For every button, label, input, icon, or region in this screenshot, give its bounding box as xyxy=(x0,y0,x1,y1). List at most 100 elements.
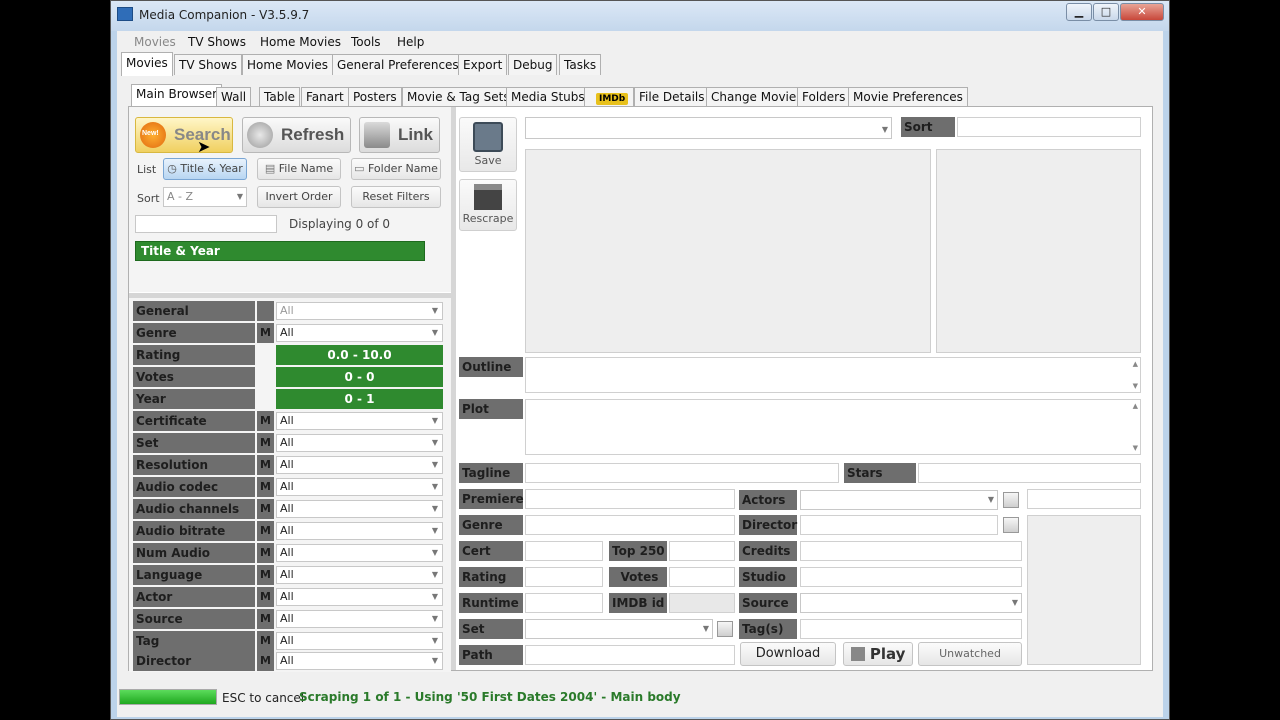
save-button[interactable]: Save xyxy=(459,117,517,172)
filter-audio-codec-dropdown[interactable]: All ▼ xyxy=(276,478,443,496)
tab-media-stubs[interactable]: Media Stubs xyxy=(506,87,590,107)
filter-resolution-dropdown[interactable]: All ▼ xyxy=(276,456,443,474)
sort-dropdown[interactable]: A - Z ▼ xyxy=(163,187,247,207)
tab-tv-shows[interactable]: TV Shows xyxy=(174,54,242,75)
multi-toggle[interactable]: M xyxy=(257,651,274,671)
invert-order-button[interactable]: Invert Order xyxy=(257,186,341,208)
multi-toggle[interactable]: M xyxy=(257,521,274,541)
actor-image-button[interactable] xyxy=(1003,492,1019,508)
menu-home-movies[interactable]: Home Movies xyxy=(260,35,341,49)
tab-tasks[interactable]: Tasks xyxy=(559,54,602,75)
filter-general-dropdown[interactable]: All ▼ xyxy=(276,302,443,320)
close-button[interactable]: ✕ xyxy=(1120,3,1164,21)
cert-input[interactable] xyxy=(525,541,603,561)
filter-set-dropdown[interactable]: All ▼ xyxy=(276,434,443,452)
filter-tag-dropdown[interactable]: All ▼ xyxy=(276,632,443,650)
sort-title-input[interactable] xyxy=(957,117,1141,137)
rescrape-button[interactable]: Rescrape xyxy=(459,179,517,231)
genre-input[interactable] xyxy=(525,515,735,535)
scroll-up-icon[interactable]: ▲ xyxy=(1133,360,1138,368)
filter-audio-channels-dropdown[interactable]: All ▼ xyxy=(276,500,443,518)
tags-input[interactable] xyxy=(800,619,1022,639)
multi-toggle[interactable]: M xyxy=(257,477,274,497)
reset-filters-button[interactable]: Reset Filters xyxy=(351,186,441,208)
menu-help[interactable]: Help xyxy=(397,35,424,49)
outline-textarea[interactable]: ▲ ▼ xyxy=(525,357,1141,393)
link-button[interactable]: Link xyxy=(359,117,440,153)
filter-certificate-dropdown[interactable]: All ▼ xyxy=(276,412,443,430)
list-title-year-button[interactable]: ◷ Title & Year xyxy=(163,158,247,180)
actor-role-input[interactable] xyxy=(1027,489,1141,509)
menu-movies[interactable]: Movies xyxy=(134,35,176,49)
tab-file-details[interactable]: File Details xyxy=(634,87,710,107)
year-range-slider[interactable]: 0 - 1 xyxy=(276,389,443,409)
tagline-input[interactable] xyxy=(525,463,839,483)
studio-input[interactable] xyxy=(800,567,1022,587)
menu-tv-shows[interactable]: TV Shows xyxy=(188,35,246,49)
rating-range-slider[interactable]: 0.0 - 10.0 xyxy=(276,345,443,365)
multi-toggle[interactable]: M xyxy=(257,565,274,585)
path-input[interactable] xyxy=(525,645,735,665)
multi-toggle[interactable]: M xyxy=(257,323,274,343)
tab-home-movies[interactable]: Home Movies xyxy=(242,54,334,75)
filter-audio-bitrate-dropdown[interactable]: All ▼ xyxy=(276,522,443,540)
tab-table[interactable]: Table xyxy=(259,87,301,107)
scroll-down-icon[interactable]: ▼ xyxy=(1133,382,1138,390)
tab-fanart[interactable]: Fanart xyxy=(301,87,349,107)
multi-toggle[interactable]: M xyxy=(257,455,274,475)
credits-input[interactable] xyxy=(800,541,1022,561)
unwatched-button[interactable]: Unwatched xyxy=(918,642,1022,666)
filter-num-audio-tracks-dropdown[interactable]: All ▼ xyxy=(276,544,443,562)
imdb-id-input[interactable] xyxy=(669,593,735,613)
premiere-input[interactable] xyxy=(525,489,735,509)
actors-dropdown[interactable]: ▼ xyxy=(800,490,998,510)
tab-debug[interactable]: Debug xyxy=(508,54,558,75)
director-input[interactable] xyxy=(800,515,998,535)
tab-imdb[interactable]: IMDb xyxy=(584,87,634,107)
tab-folders[interactable]: Folders xyxy=(797,87,851,107)
movie-list-header[interactable]: Title & Year xyxy=(135,241,425,261)
tab-posters[interactable]: Posters xyxy=(348,87,402,107)
director-edit-button[interactable] xyxy=(1003,517,1019,533)
multi-toggle[interactable]: M xyxy=(257,543,274,563)
filter-source-dropdown[interactable]: All ▼ xyxy=(276,610,443,628)
top250-input[interactable] xyxy=(669,541,735,561)
scroll-up-icon[interactable]: ▲ xyxy=(1133,402,1138,410)
multi-toggle[interactable]: M xyxy=(257,609,274,629)
scroll-down-icon[interactable]: ▼ xyxy=(1133,444,1138,452)
tab-general-preferences[interactable]: General Preferences xyxy=(332,54,464,75)
tab-main-browser[interactable]: Main Browser xyxy=(131,84,223,108)
filter-director-dropdown[interactable]: All ▼ xyxy=(276,652,443,670)
multi-toggle[interactable]: M xyxy=(257,433,274,453)
movie-title-dropdown[interactable]: ▼ xyxy=(525,117,892,139)
menu-tools[interactable]: Tools xyxy=(351,35,381,49)
play-button[interactable]: Play xyxy=(843,642,913,666)
votes-range-slider[interactable]: 0 - 0 xyxy=(276,367,443,387)
votes-input[interactable] xyxy=(669,567,735,587)
multi-toggle[interactable]: M xyxy=(257,631,274,651)
tab-change-movie[interactable]: Change Movie xyxy=(706,87,802,107)
filter-language-dropdown[interactable]: All ▼ xyxy=(276,566,443,584)
minimize-button[interactable]: ▁ xyxy=(1066,3,1092,21)
filter-genre-dropdown[interactable]: All ▼ xyxy=(276,324,443,342)
download-button[interactable]: Download xyxy=(740,642,836,666)
set-edit-button[interactable] xyxy=(717,621,733,637)
tab-movie-preferences[interactable]: Movie Preferences xyxy=(848,87,968,107)
list-file-name-button[interactable]: ▤ File Name xyxy=(257,158,341,180)
plot-textarea[interactable]: ▲ ▼ xyxy=(525,399,1141,455)
refresh-button[interactable]: Refresh xyxy=(242,117,351,153)
runtime-input[interactable] xyxy=(525,593,603,613)
tab-wall[interactable]: Wall xyxy=(216,87,252,107)
multi-toggle[interactable]: M xyxy=(257,499,274,519)
source-dropdown[interactable]: ▼ xyxy=(800,593,1022,613)
filter-actor-dropdown[interactable]: All ▼ xyxy=(276,588,443,606)
filter-text-input[interactable] xyxy=(135,215,277,233)
tab-movie-tag-sets[interactable]: Movie & Tag Sets xyxy=(402,87,515,107)
multi-toggle[interactable]: M xyxy=(257,411,274,431)
tab-movies[interactable]: Movies xyxy=(121,52,173,76)
search-button[interactable]: New! Search xyxy=(135,117,233,153)
tab-export[interactable]: Export xyxy=(458,54,508,75)
multi-toggle[interactable]: M xyxy=(257,587,274,607)
list-folder-name-button[interactable]: ▭ Folder Name xyxy=(351,158,441,180)
panel-splitter[interactable] xyxy=(451,107,456,670)
